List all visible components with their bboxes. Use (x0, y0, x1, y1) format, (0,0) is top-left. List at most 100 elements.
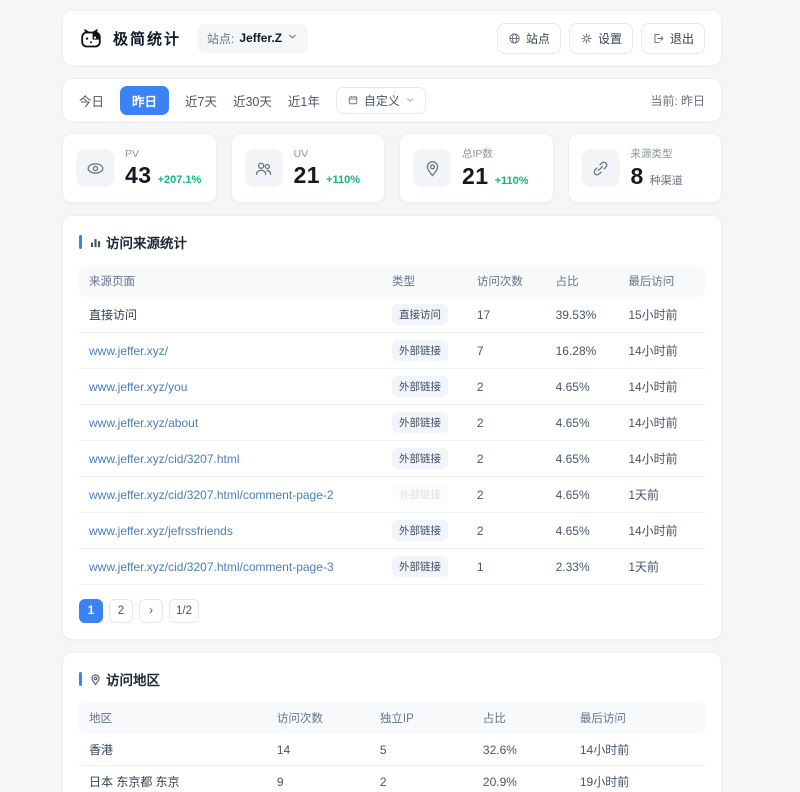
percentage: 32.6% (482, 742, 517, 757)
table-row: www.jeffer.xyz/jefrssfriends 外部链接 2 4.65… (79, 513, 705, 549)
table-row: www.jeffer.xyz/cid/3207.html 外部链接 2 4.65… (79, 441, 705, 477)
visit-count: 2 (476, 487, 484, 502)
regions-section: 访问地区 地区 访问次数 独立IP 占比 最后访问 香港 14 5 32.6% … (62, 652, 722, 792)
source-page-link[interactable]: www.jeffer.xyz/about (89, 416, 392, 430)
last-visit: 14小时前 (628, 452, 678, 466)
percentage: 20.9% (482, 774, 517, 789)
source-page-link[interactable]: www.jeffer.xyz/ (89, 344, 392, 358)
stats-row: PV 43 +207.1% UV 21 +110% 总IP数 21 +110% … (62, 133, 722, 203)
visit-count: 1 (476, 559, 484, 574)
stat-value: 43 (125, 161, 152, 188)
tab-last30days[interactable]: 近30天 (233, 91, 272, 110)
last-visit: 14小时前 (579, 743, 630, 757)
visit-count: 9 (276, 774, 284, 789)
sites-button[interactable]: 站点 (496, 22, 561, 54)
stat-value: 8 (630, 163, 644, 189)
last-visit: 1天前 (628, 560, 659, 574)
source-page-link[interactable]: www.jeffer.xyz/cid/3207.html (89, 452, 392, 466)
visit-count: 2 (476, 415, 484, 430)
tab-today[interactable]: 今日 (79, 91, 104, 110)
site-selector[interactable]: 站点: Jeffer.Z (197, 23, 309, 53)
page-button-1[interactable]: 1 (79, 599, 103, 623)
page-indicator: 1/2 (169, 599, 199, 623)
source-page-link[interactable]: www.jeffer.xyz/you (89, 380, 392, 394)
type-badge: 直接访问 (392, 304, 448, 325)
app-logo-icon (79, 26, 103, 50)
logout-button[interactable]: 退出 (640, 22, 705, 54)
stat-delta: +110% (494, 175, 529, 187)
site-selector-label: 站点: (207, 31, 235, 46)
custom-range-button[interactable]: 自定义 (335, 86, 426, 114)
last-visit: 15小时前 (628, 308, 678, 322)
percentage: 2.33% (555, 559, 590, 574)
visit-count: 7 (476, 343, 484, 358)
gear-icon (581, 32, 592, 44)
type-badge: 外部链接 (392, 520, 448, 541)
sources-section: 访问来源统计 来源页面 类型 访问次数 占比 最后访问 直接访问 直接访问 17… (62, 215, 722, 640)
last-visit: 19小时前 (579, 775, 630, 789)
unique-ip: 5 (379, 742, 387, 757)
percentage: 4.65% (555, 451, 590, 466)
percentage: 4.65% (555, 379, 590, 394)
date-filter-bar: 今日 昨日 近7天 近30天 近1年 自定义 当前: 昨日 (62, 78, 722, 122)
settings-button[interactable]: 设置 (568, 22, 633, 54)
logout-icon (654, 33, 664, 43)
source-page-link[interactable]: www.jeffer.xyz/cid/3207.html/comment-pag… (89, 488, 392, 502)
page-button-2[interactable]: 2 (109, 599, 133, 623)
page-content: 极简统计 站点: Jeffer.Z 站点 设置 退出 今日 昨日 近7天 近30… (62, 0, 722, 792)
title-accent-bar (79, 235, 82, 249)
header-actions: 站点 设置 退出 (496, 22, 705, 54)
table-row: www.jeffer.xyz/ 外部链接 7 16.28% 14小时前 (79, 333, 705, 369)
tab-yesterday[interactable]: 昨日 (120, 85, 170, 115)
stat-label: UV (293, 147, 309, 160)
location-pin-icon (413, 149, 451, 187)
table-row: www.jeffer.xyz/cid/3207.html/comment-pag… (79, 477, 705, 513)
source-page-link[interactable]: www.jeffer.xyz/jefrssfriends (89, 524, 392, 538)
last-visit: 14小时前 (628, 380, 678, 394)
sources-table-header: 来源页面 类型 访问次数 占比 最后访问 (79, 265, 705, 297)
stat-suffix: 种渠道 (649, 175, 683, 187)
tab-last1year[interactable]: 近1年 (288, 91, 320, 110)
table-row: 直接访问 直接访问 17 39.53% 15小时前 (79, 297, 705, 333)
source-page: 直接访问 (89, 308, 138, 322)
percentage: 4.65% (555, 415, 590, 430)
percentage: 39.53% (555, 307, 597, 322)
percentage: 4.65% (555, 487, 590, 502)
regions-section-title: 访问地区 (79, 669, 705, 689)
title-accent-bar (79, 672, 82, 686)
stat-card-ip: 总IP数 21 +110% (399, 133, 554, 203)
stat-card-uv: UV 21 +110% (230, 133, 385, 203)
last-visit: 14小时前 (628, 416, 678, 430)
visit-count: 14 (276, 742, 291, 757)
source-page-link[interactable]: www.jeffer.xyz/cid/3207.html/comment-pag… (89, 560, 392, 574)
stat-label: 来源类型 (630, 148, 673, 160)
sources-section-title: 访问来源统计 (79, 232, 705, 252)
type-badge: 外部链接 (392, 340, 448, 361)
visit-count: 2 (476, 523, 484, 538)
visit-count: 2 (476, 451, 484, 466)
unique-ip: 2 (379, 774, 387, 789)
next-page-button[interactable]: › (139, 599, 163, 623)
chevron-down-icon (406, 98, 413, 102)
visit-count: 17 (476, 307, 491, 322)
current-range-label: 当前: 昨日 (650, 93, 705, 108)
table-row: www.jeffer.xyz/you 外部链接 2 4.65% 14小时前 (79, 369, 705, 405)
site-selector-value: Jeffer.Z (239, 31, 283, 45)
percentage: 4.65% (555, 523, 590, 538)
type-badge: 外部链接 (392, 448, 448, 469)
region-name: 香港 (89, 743, 114, 757)
table-row: 日本 东京都 东京 9 2 20.9% 19小时前 (79, 766, 705, 792)
percentage: 16.28% (555, 343, 597, 358)
chevron-down-icon (287, 31, 298, 45)
last-visit: 14小时前 (628, 344, 678, 358)
type-badge: 外部链接 (392, 376, 448, 397)
stat-delta: +110% (326, 173, 361, 186)
users-icon (244, 149, 283, 187)
type-badge: 外部链接 (392, 484, 448, 505)
link-icon (581, 149, 620, 187)
table-row: www.jeffer.xyz/cid/3207.html/comment-pag… (79, 549, 705, 585)
tab-last7days[interactable]: 近7天 (185, 91, 217, 110)
globe-icon (509, 32, 520, 44)
pagination: 1 2 › 1/2 (79, 599, 705, 623)
stat-value: 21 (462, 163, 489, 189)
